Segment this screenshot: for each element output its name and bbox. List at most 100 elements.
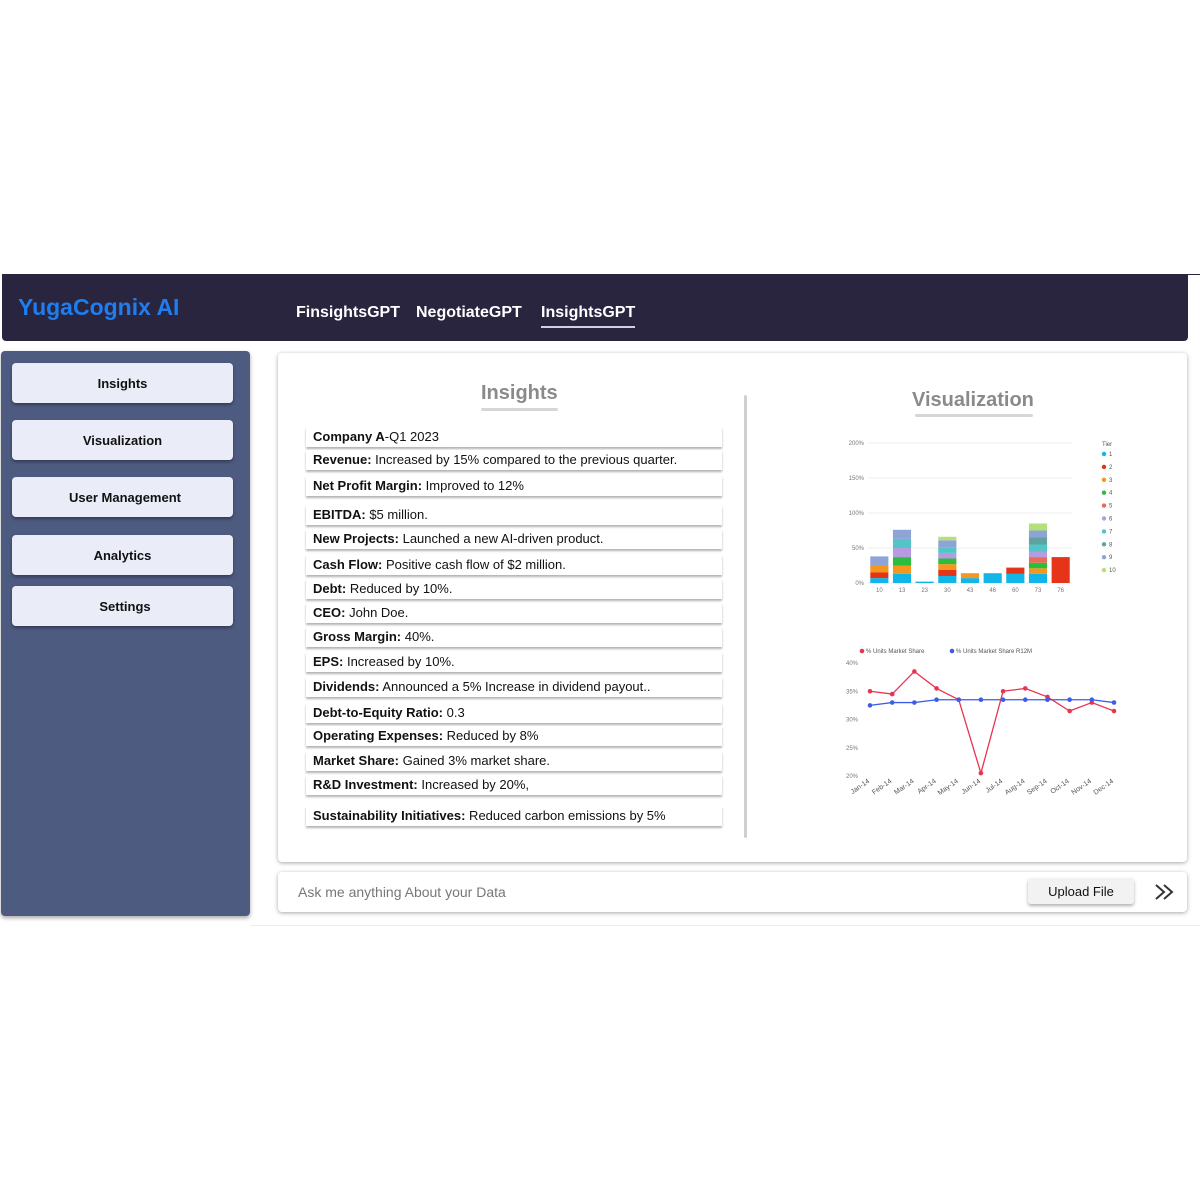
- line-series-1: [869, 670, 1115, 776]
- insight-row-net-profit-margin: Net Profit Margin: Improved to 12%: [306, 476, 722, 496]
- insight-row-new-projects: New Projects: Launched a new AI-driven p…: [306, 529, 722, 549]
- tab-insightsgpt[interactable]: InsightsGPT: [541, 304, 636, 328]
- insight-value: Improved to 12%: [422, 478, 524, 493]
- line-x-tick-label: Sep-14: [1026, 778, 1049, 797]
- bar-segment: [938, 540, 957, 548]
- insight-row-ceo: CEO: John Doe.: [306, 603, 722, 623]
- sidebar-item-visualization[interactable]: Visualization: [12, 420, 233, 460]
- line-point: [867, 703, 873, 708]
- bar-segment: [870, 556, 889, 566]
- bar-legend-marker: [1101, 464, 1107, 470]
- ask-data-input[interactable]: [298, 880, 998, 904]
- bar-segment: [915, 581, 934, 583]
- bar-segment: [1028, 573, 1048, 583]
- bar-x-tick-label: 10: [876, 588, 883, 594]
- line-x-tick-label: Oct-14: [1050, 778, 1071, 796]
- insight-value: 40%.: [401, 629, 435, 644]
- bar-legend-marker: [1101, 516, 1107, 521]
- line-point: [1111, 708, 1117, 714]
- bar-legend-marker: [1101, 451, 1107, 457]
- insight-key: Debt:: [313, 581, 347, 596]
- bar-segment: [1028, 568, 1048, 574]
- insight-key: Operating Expenses:: [313, 728, 444, 743]
- bar-segment: [960, 573, 980, 579]
- line-legend-label: % Units Market Share: [866, 649, 925, 655]
- stacked-bar-chart-svg: 0%50%100%150%200%10 13 23 30 43 46 60 73 76Tier1…: [849, 441, 1117, 594]
- insight-key: Dividends:: [313, 679, 380, 694]
- double-chevron-right-icon[interactable]: [1154, 883, 1176, 901]
- tab-finsightsgpt[interactable]: FinsightsGPT: [296, 304, 400, 322]
- line-x-tick-label: Aug-14: [1004, 778, 1027, 797]
- bar-legend-label: 9: [1109, 555, 1113, 561]
- upload-file-button[interactable]: Upload File: [1028, 878, 1134, 904]
- visualization-title-underline: [915, 414, 1033, 417]
- insight-value: 0.3: [442, 705, 465, 720]
- bar-segment: [1028, 551, 1048, 558]
- line-point: [1045, 697, 1050, 703]
- line-point: [934, 697, 939, 703]
- insight-row-rnd-investment: R&D Investment: Increased by 20%,: [306, 775, 722, 795]
- bar-legend-label: 5: [1109, 504, 1113, 510]
- line-point: [1022, 697, 1028, 703]
- bar-segment: [1028, 544, 1048, 552]
- insight-value: Reduced by 10%.: [346, 581, 453, 596]
- line-point: [867, 688, 873, 694]
- bar-segment: [1028, 530, 1048, 538]
- line-x-tick-label: Dec-14: [1093, 778, 1116, 797]
- insight-value: John Doe.: [345, 605, 409, 620]
- top-navigation-bar: YugaCognix AI FinsightsGPT NegotiateGPT …: [2, 274, 1188, 341]
- line-point: [1000, 688, 1006, 694]
- chat-bar: Upload File: [278, 872, 1187, 912]
- bar-segment: [870, 578, 889, 583]
- tab-negotiategpt[interactable]: NegotiateGPT: [416, 304, 522, 322]
- insight-row-revenue: Revenue: Increased by 15% compared to th…: [306, 450, 722, 470]
- insight-value: Announced a 5% Increase in dividend payo…: [379, 679, 651, 694]
- line-y-tick-label: 40%: [846, 661, 859, 667]
- insight-row-gross-margin: Gross Margin: 40%.: [306, 627, 722, 647]
- bar-legend-marker: [1101, 477, 1107, 482]
- insight-key: Revenue:: [313, 452, 372, 467]
- sidebar: Insights Visualization User Management A…: [1, 351, 250, 916]
- line-x-tick-label: Mar-14: [893, 778, 915, 797]
- sidebar-item-insights[interactable]: Insights: [12, 363, 233, 403]
- line-legend-marker: [949, 648, 955, 654]
- line-point: [1022, 686, 1028, 691]
- insight-key: Cash Flow:: [313, 557, 383, 572]
- bar-x-tick-label: 60: [1012, 588, 1019, 594]
- insight-row-operating-expenses: Operating Expenses: Reduced by 8%: [306, 726, 722, 746]
- insight-key: Gross Margin:: [313, 629, 402, 644]
- bar-legend-marker: [1101, 555, 1107, 560]
- bar-legend-label: 2: [1109, 465, 1113, 471]
- insights-title: Insights: [481, 382, 558, 404]
- sidebar-item-settings[interactable]: Settings: [12, 586, 233, 626]
- bar-legend-marker: [1101, 490, 1107, 495]
- insight-key: Debt-to-Equity Ratio:: [313, 705, 443, 720]
- line-point: [978, 770, 984, 776]
- bar-segment: [892, 573, 912, 583]
- bar-y-tick-label: 150%: [849, 476, 865, 482]
- bar-segment: [892, 565, 912, 574]
- sidebar-item-user-management[interactable]: User Management: [12, 477, 233, 517]
- line-point: [934, 686, 939, 691]
- bar-segment: [1028, 537, 1048, 545]
- line-point: [1067, 708, 1072, 714]
- bar-segment: [892, 538, 912, 548]
- footer-divider: [250, 925, 1200, 926]
- bar-segment: [1028, 523, 1048, 531]
- bar-segment: [892, 529, 912, 539]
- insight-key: Market Share:: [313, 753, 399, 768]
- insight-key: CEO:: [313, 605, 346, 620]
- bar-segment: [938, 552, 957, 559]
- insight-row-sustainability: Sustainability Initiatives: Reduced carb…: [306, 806, 722, 826]
- stacked-bar-chart: 0% 50% 100% 150% 200% 10 13 23 30 43 46 60 73 76 Tier 1…: [840, 433, 1130, 601]
- line-point: [1000, 697, 1006, 703]
- bar-segment: [1028, 562, 1048, 569]
- line-x-tick-label: Jan-14: [850, 778, 872, 796]
- bar-y-tick-label: 0%: [855, 581, 864, 587]
- brand-logo[interactable]: YugaCognix AI: [18, 294, 179, 321]
- bar-legend-marker: [1101, 542, 1107, 547]
- insight-value: Reduced carbon emissions by 5%: [465, 808, 666, 823]
- bar-segment: [938, 569, 957, 576]
- sidebar-item-analytics[interactable]: Analytics: [12, 535, 233, 575]
- insight-row-ebitda: EBITDA: $5 million.: [306, 505, 722, 525]
